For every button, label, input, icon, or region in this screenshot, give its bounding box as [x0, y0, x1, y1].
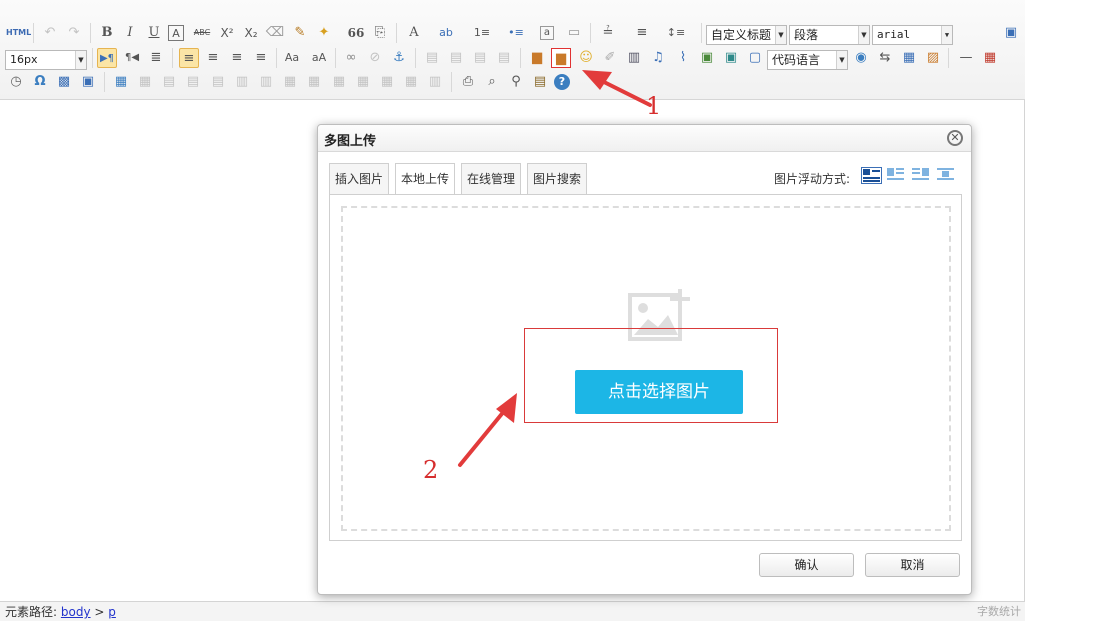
annotation-number-2: 2: [423, 456, 439, 484]
annotation-arrow-2-shaft: [458, 408, 507, 467]
annotation-number-1: 1: [646, 92, 662, 120]
annotation-arrow-1-shaft: [598, 78, 652, 107]
annotation-arrow-1-head: [582, 70, 612, 90]
annotation-arrows: [458, 70, 652, 467]
